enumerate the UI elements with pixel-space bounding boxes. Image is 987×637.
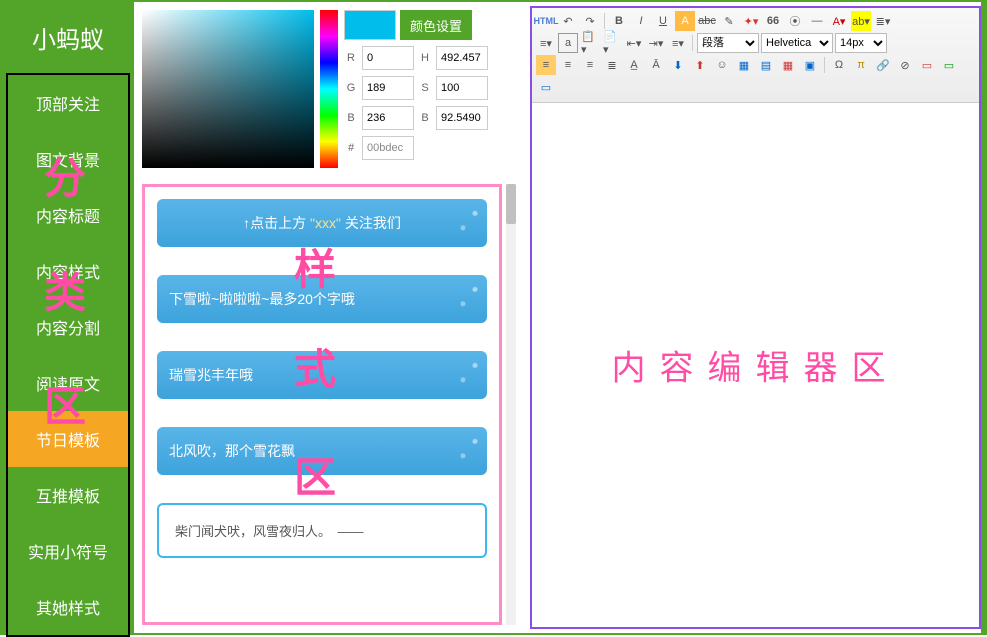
- quote-icon[interactable]: 66: [763, 11, 783, 31]
- omega-icon[interactable]: Ω: [829, 55, 849, 75]
- middle-column: 颜色设置 R H G S B B #: [134, 2, 526, 633]
- format-select[interactable]: 段落: [697, 33, 759, 53]
- label-h: H: [418, 52, 432, 64]
- align-justify-icon[interactable]: ≣: [602, 55, 622, 75]
- editor-watermark: 内容编辑器区: [612, 341, 900, 390]
- ltr-icon[interactable]: A̲: [624, 55, 644, 75]
- video-icon[interactable]: ▭: [939, 55, 959, 75]
- nav-crosspromo[interactable]: 互推模板: [8, 467, 128, 523]
- template-snow-banner[interactable]: 下雪啦~啦啦啦~最多20个字哦: [157, 275, 487, 323]
- template-poem-box[interactable]: 柴门闻犬吠，风雪夜归人。 ——: [157, 503, 487, 558]
- nav-holiday-template[interactable]: 节日模板: [8, 411, 128, 467]
- font-bg-icon[interactable]: A: [675, 11, 695, 31]
- html-source-button[interactable]: HTML: [536, 11, 556, 31]
- editor-frame: HTML ↶ ↷ B I U A abc ✎ ✦▾ 66 ⦿ — A▾ ab▾: [530, 6, 981, 629]
- label-b: B: [344, 112, 358, 124]
- align-right-icon[interactable]: ≡: [580, 55, 600, 75]
- template-northwind-banner[interactable]: 北风吹，那个雪花飘: [157, 427, 487, 475]
- format-painter-icon[interactable]: ✦▾: [741, 11, 761, 31]
- app-logo: 小蚂蚁: [2, 2, 134, 73]
- nav-outline: 顶部关注 图文背景 内容标题 内容样式 内容分割 阅读原文 节日模板 互推模板 …: [6, 73, 130, 637]
- village-icon: [427, 351, 487, 399]
- calendar-icon[interactable]: ▦: [778, 55, 798, 75]
- template-scrollbar[interactable]: [506, 184, 516, 625]
- strike-icon[interactable]: abc: [697, 11, 717, 31]
- paste-text-icon[interactable]: 📄▾: [602, 33, 622, 53]
- nav-image-bg[interactable]: 图文背景: [8, 131, 128, 187]
- template-follow-banner[interactable]: ↑点击上方 "xxx" 关注我们: [157, 199, 487, 247]
- editor-column: HTML ↶ ↷ B I U A abc ✎ ✦▾ 66 ⦿ — A▾ ab▾: [526, 2, 985, 633]
- color-picker-panel: 颜色设置 R H G S B B #: [134, 2, 526, 176]
- unlink-icon[interactable]: ⊘: [895, 55, 915, 75]
- nav-top-follow[interactable]: 顶部关注: [8, 75, 128, 131]
- nav-content-style[interactable]: 内容样式: [8, 243, 128, 299]
- input-b[interactable]: [362, 106, 414, 130]
- list-icon[interactable]: ≣▾: [873, 11, 893, 31]
- underline-icon[interactable]: U: [653, 11, 673, 31]
- input-r[interactable]: [362, 46, 414, 70]
- template-list: ↑点击上方 "xxx" 关注我们 下雪啦~啦啦啦~最多20个字哦 瑞雪兆丰年哦 …: [142, 184, 502, 625]
- table-icon[interactable]: ▤: [756, 55, 776, 75]
- nav-other-styles[interactable]: 其她样式: [8, 579, 128, 635]
- nav-read-more[interactable]: 阅读原文: [8, 355, 128, 411]
- sub-icon[interactable]: ⬇: [668, 55, 688, 75]
- rtl-icon[interactable]: Ā: [646, 55, 666, 75]
- template-area: ↑点击上方 "xxx" 关注我们 下雪啦~啦啦啦~最多20个字哦 瑞雪兆丰年哦 …: [134, 176, 526, 633]
- nav-symbols[interactable]: 实用小符号: [8, 523, 128, 579]
- undo-icon[interactable]: ↶: [558, 11, 578, 31]
- font-color-icon[interactable]: A▾: [829, 11, 849, 31]
- lineheight-icon[interactable]: ≡▾: [536, 33, 556, 53]
- snowflake-icon: [427, 275, 487, 323]
- input-s[interactable]: [436, 76, 488, 100]
- highlight-icon[interactable]: ab▾: [851, 11, 871, 31]
- indent-inc-icon[interactable]: ⇥▾: [646, 33, 666, 53]
- label-r: R: [344, 52, 358, 64]
- align-center-icon[interactable]: ≡: [558, 55, 578, 75]
- paste-word-icon[interactable]: 📋▾: [580, 33, 600, 53]
- nav-content-title[interactable]: 内容标题: [8, 187, 128, 243]
- input-brightness[interactable]: [436, 106, 488, 130]
- editor-toolbar: HTML ↶ ↷ B I U A abc ✎ ✦▾ 66 ⦿ — A▾ ab▾: [532, 8, 979, 103]
- redo-icon[interactable]: ↷: [580, 11, 600, 31]
- color-apply-button[interactable]: 颜色设置: [400, 10, 472, 40]
- color-swatch: [344, 10, 396, 40]
- brush-icon[interactable]: ✎: [719, 11, 739, 31]
- label-br: B: [418, 112, 432, 124]
- template-harvest-banner[interactable]: 瑞雪兆丰年哦: [157, 351, 487, 399]
- char-icon[interactable]: a: [558, 33, 578, 53]
- editor-canvas[interactable]: 内容编辑器区: [532, 103, 979, 627]
- saturation-value-area[interactable]: [142, 10, 314, 168]
- code-icon[interactable]: ⦿: [785, 11, 805, 31]
- image-icon[interactable]: ▭: [917, 55, 937, 75]
- media-icon[interactable]: ▭: [536, 77, 556, 97]
- sup-icon[interactable]: ⬆: [690, 55, 710, 75]
- input-h[interactable]: [436, 46, 488, 70]
- link-icon[interactable]: 🔗: [873, 55, 893, 75]
- align-left-icon[interactable]: ≡: [536, 55, 556, 75]
- label-hex: #: [344, 142, 358, 154]
- italic-icon[interactable]: I: [631, 11, 651, 31]
- hue-slider[interactable]: [320, 10, 338, 168]
- input-g[interactable]: [362, 76, 414, 100]
- font-select[interactable]: Helvetica: [761, 33, 833, 53]
- date-icon[interactable]: ▦: [734, 55, 754, 75]
- anchor-icon[interactable]: π: [851, 55, 871, 75]
- emoji-icon[interactable]: ☺: [712, 55, 732, 75]
- right-edge-bar: [981, 2, 987, 633]
- sidebar: 小蚂蚁 顶部关注 图文背景 内容标题 内容样式 内容分割 阅读原文 节日模板 互…: [2, 2, 134, 633]
- snowman-icon: [427, 427, 487, 475]
- label-g: G: [344, 82, 358, 94]
- nav-content-divider[interactable]: 内容分割: [8, 299, 128, 355]
- bold-icon[interactable]: B: [609, 11, 629, 31]
- label-s: S: [418, 82, 432, 94]
- snowflake-icon: [427, 199, 487, 247]
- input-hex[interactable]: [362, 136, 414, 160]
- hr-icon[interactable]: —: [807, 11, 827, 31]
- fontsize-select[interactable]: 14px: [835, 33, 887, 53]
- indent-dec-icon[interactable]: ⇤▾: [624, 33, 644, 53]
- select-all-icon[interactable]: ▣: [800, 55, 820, 75]
- align-opts-icon[interactable]: ≡▾: [668, 33, 688, 53]
